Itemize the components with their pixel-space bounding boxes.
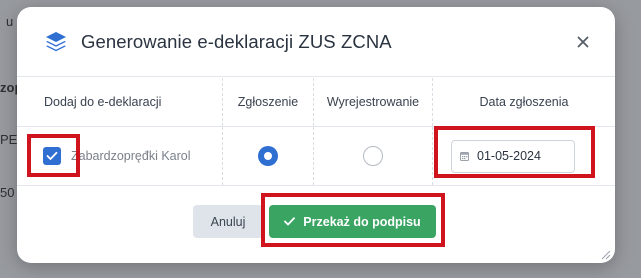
dialog-title: Generowanie e-deklaracji ZUS ZCNA [81,30,392,52]
close-icon [577,36,589,47]
header-registration: Zgłoszenie [222,78,313,126]
date-cell: 01-05-2024 [432,127,615,185]
date-value: 01-05-2024 [477,149,541,163]
table-header-row: Dodaj do e-deklaracji Zgłoszenie Wyrejes… [17,78,615,127]
registration-radio[interactable] [258,146,278,166]
submit-for-signature-button[interactable]: Przekaż do podpisu [269,205,436,238]
layers-icon [44,30,68,54]
employee-name: Zabardzopręđki Karol [71,149,191,163]
check-icon [284,217,296,226]
table-row: Zabardzopręđki Karol 01-05-2024 [17,127,615,186]
cancel-button[interactable]: Anuluj [193,205,263,238]
dialog-footer: Anuluj Przekaż do podpisu [17,187,615,263]
calendar-icon [460,151,469,161]
header-date: Data zgłoszenia [432,78,615,126]
dialog-header: Generowanie e-deklaracji ZUS ZCNA [17,7,615,77]
close-button[interactable] [573,32,593,52]
header-add: Dodaj do e-deklaracji [44,95,162,109]
resize-handle-icon[interactable] [599,247,611,260]
deregistration-radio[interactable] [363,146,383,166]
deregistration-cell [313,127,432,185]
radio-dot [264,152,272,160]
registration-cell [222,127,313,185]
include-checkbox[interactable] [43,147,61,165]
header-deregistration: Wyrejestrowanie [313,78,432,126]
registration-date-input[interactable]: 01-05-2024 [451,139,575,173]
e-declaration-dialog: Generowanie e-deklaracji ZUS ZCNA Dodaj … [17,7,615,263]
add-cell: Zabardzopręđki Karol [17,127,222,185]
employee-table: Dodaj do e-deklaracji Zgłoszenie Wyrejes… [17,78,615,186]
submit-label: Przekaż do podpisu [303,214,421,229]
checkmark-icon [46,151,58,160]
